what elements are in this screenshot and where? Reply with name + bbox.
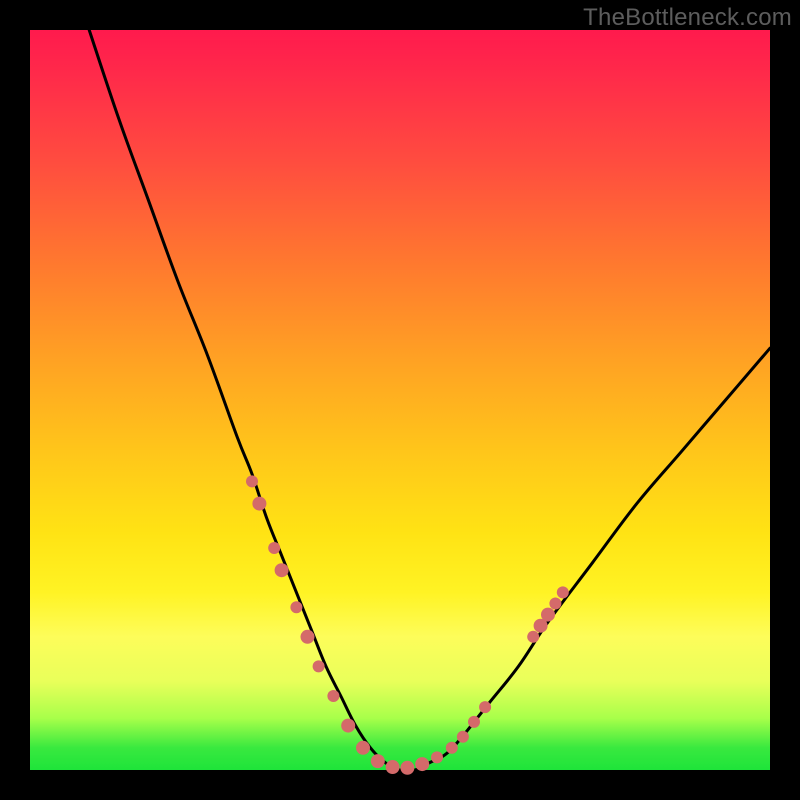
- curve-marker: [541, 608, 555, 622]
- curve-marker: [275, 563, 289, 577]
- curve-marker: [400, 761, 414, 775]
- curve-marker: [313, 660, 325, 672]
- curve-marker: [549, 598, 561, 610]
- curve-svg: [30, 30, 770, 770]
- curve-marker: [327, 690, 339, 702]
- bottleneck-curve: [89, 30, 770, 771]
- curve-marker: [301, 630, 315, 644]
- curve-marker: [446, 742, 458, 754]
- curve-marker: [557, 586, 569, 598]
- curve-marker: [431, 751, 443, 763]
- curve-marker: [468, 716, 480, 728]
- curve-marker: [479, 701, 491, 713]
- plot-area: [30, 30, 770, 770]
- curve-marker: [356, 741, 370, 755]
- curve-marker: [246, 475, 258, 487]
- curve-marker: [290, 601, 302, 613]
- marker-group: [246, 475, 569, 774]
- curve-marker: [371, 754, 385, 768]
- curve-marker: [386, 760, 400, 774]
- watermark-text: TheBottleneck.com: [583, 4, 792, 32]
- curve-marker: [457, 731, 469, 743]
- curve-marker: [341, 719, 355, 733]
- curve-marker: [268, 542, 280, 554]
- curve-marker: [252, 497, 266, 511]
- curve-marker: [415, 757, 429, 771]
- curve-marker: [527, 631, 539, 643]
- chart-frame: TheBottleneck.com: [0, 0, 800, 800]
